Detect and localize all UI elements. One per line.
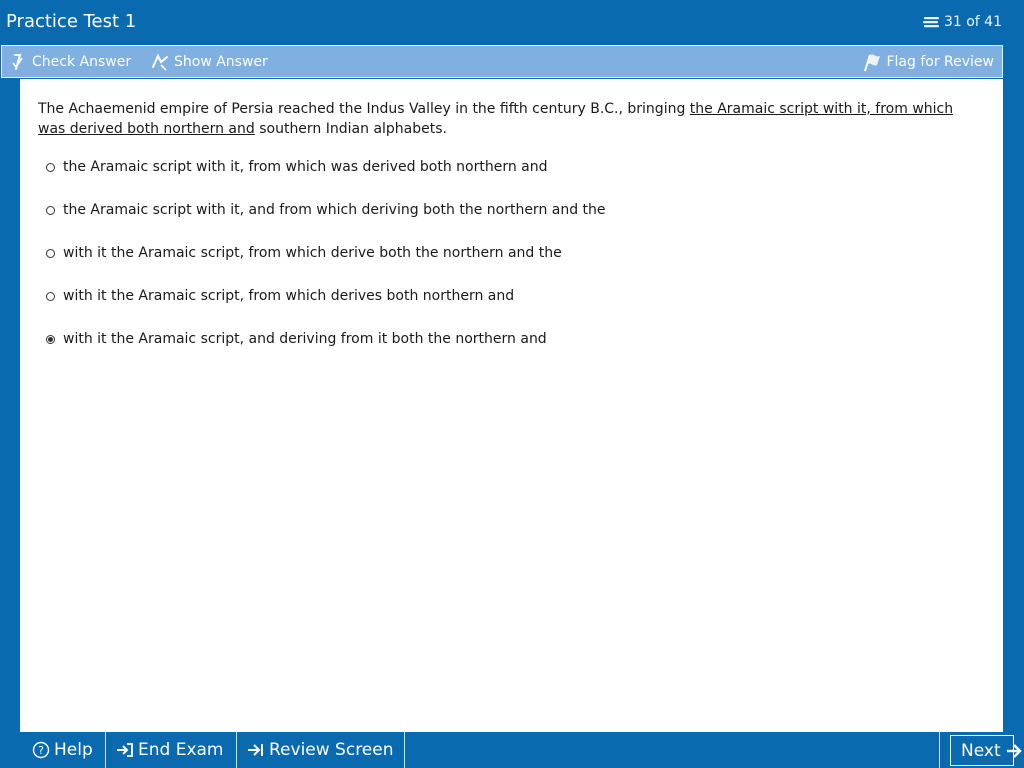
app-title: Practice Test 1	[6, 11, 137, 32]
question-counter: 31 of 41	[922, 14, 1002, 30]
questions-stack-icon	[922, 16, 940, 28]
svg-text:?: ?	[38, 744, 44, 757]
choice-label: the Aramaic script with it, from which w…	[63, 159, 548, 175]
bottom-navigation-bar: ? Help End Exam Review Screen Next	[20, 732, 1024, 768]
answer-choice-a[interactable]: the Aramaic script with it, from which w…	[46, 157, 606, 177]
radio-button[interactable]	[46, 248, 55, 258]
radio-button[interactable]	[46, 291, 55, 301]
help-circle-icon: ?	[32, 741, 50, 759]
radio-button[interactable]	[46, 162, 55, 172]
question-stem-pre: The Achaemenid empire of Persia reached …	[38, 101, 690, 117]
choice-label: with it the Aramaic script, from which d…	[63, 245, 562, 261]
check-pencil-icon	[10, 53, 28, 71]
toolbar: Check Answer Show Answer Flag for Review	[1, 45, 1003, 78]
answer-choice-c[interactable]: with it the Aramaic script, from which d…	[46, 243, 606, 263]
show-answer-label: Show Answer	[174, 53, 268, 70]
counter-text: 31 of 41	[943, 14, 1002, 30]
arrow-into-door-icon	[116, 742, 134, 758]
arrow-right-icon	[1005, 743, 1023, 759]
title-bar: Practice Test 1 31 of 41	[0, 0, 1024, 45]
show-pencil-icon	[150, 53, 170, 71]
answer-choice-d[interactable]: with it the Aramaic script, from which d…	[46, 286, 606, 306]
question-panel: The Achaemenid empire of Persia reached …	[20, 79, 1003, 732]
help-label: Help	[54, 740, 93, 760]
flag-label: Flag for Review	[886, 53, 994, 70]
check-answer-label: Check Answer	[32, 53, 132, 70]
flag-icon	[862, 52, 882, 72]
arrow-to-bar-icon	[247, 742, 265, 758]
choice-label: the Aramaic script with it, and from whi…	[63, 202, 606, 218]
radio-button[interactable]	[46, 205, 55, 215]
end-exam-label: End Exam	[138, 740, 224, 760]
answer-choices: the Aramaic script with it, from which w…	[46, 157, 606, 372]
next-label: Next	[961, 740, 1001, 761]
question-stem-post: southern Indian alphabets.	[254, 121, 447, 137]
check-answer-button[interactable]: Check Answer	[10, 46, 131, 77]
choice-label: with it the Aramaic script, and deriving…	[63, 331, 547, 347]
next-separator	[939, 732, 940, 768]
end-exam-button[interactable]: End Exam	[106, 732, 237, 768]
next-button[interactable]: Next	[950, 735, 1022, 766]
answer-choice-b[interactable]: the Aramaic script with it, and from whi…	[46, 200, 606, 220]
help-button[interactable]: ? Help	[20, 732, 106, 768]
show-answer-button[interactable]: Show Answer	[150, 46, 268, 77]
radio-button[interactable]	[46, 334, 55, 344]
choice-label: with it the Aramaic script, from which d…	[63, 288, 515, 304]
flag-for-review-button[interactable]: Flag for Review	[862, 46, 994, 77]
review-screen-button[interactable]: Review Screen	[237, 732, 405, 768]
question-text: The Achaemenid empire of Persia reached …	[38, 99, 978, 139]
answer-choice-e[interactable]: with it the Aramaic script, and deriving…	[46, 329, 606, 349]
review-screen-label: Review Screen	[269, 740, 394, 760]
